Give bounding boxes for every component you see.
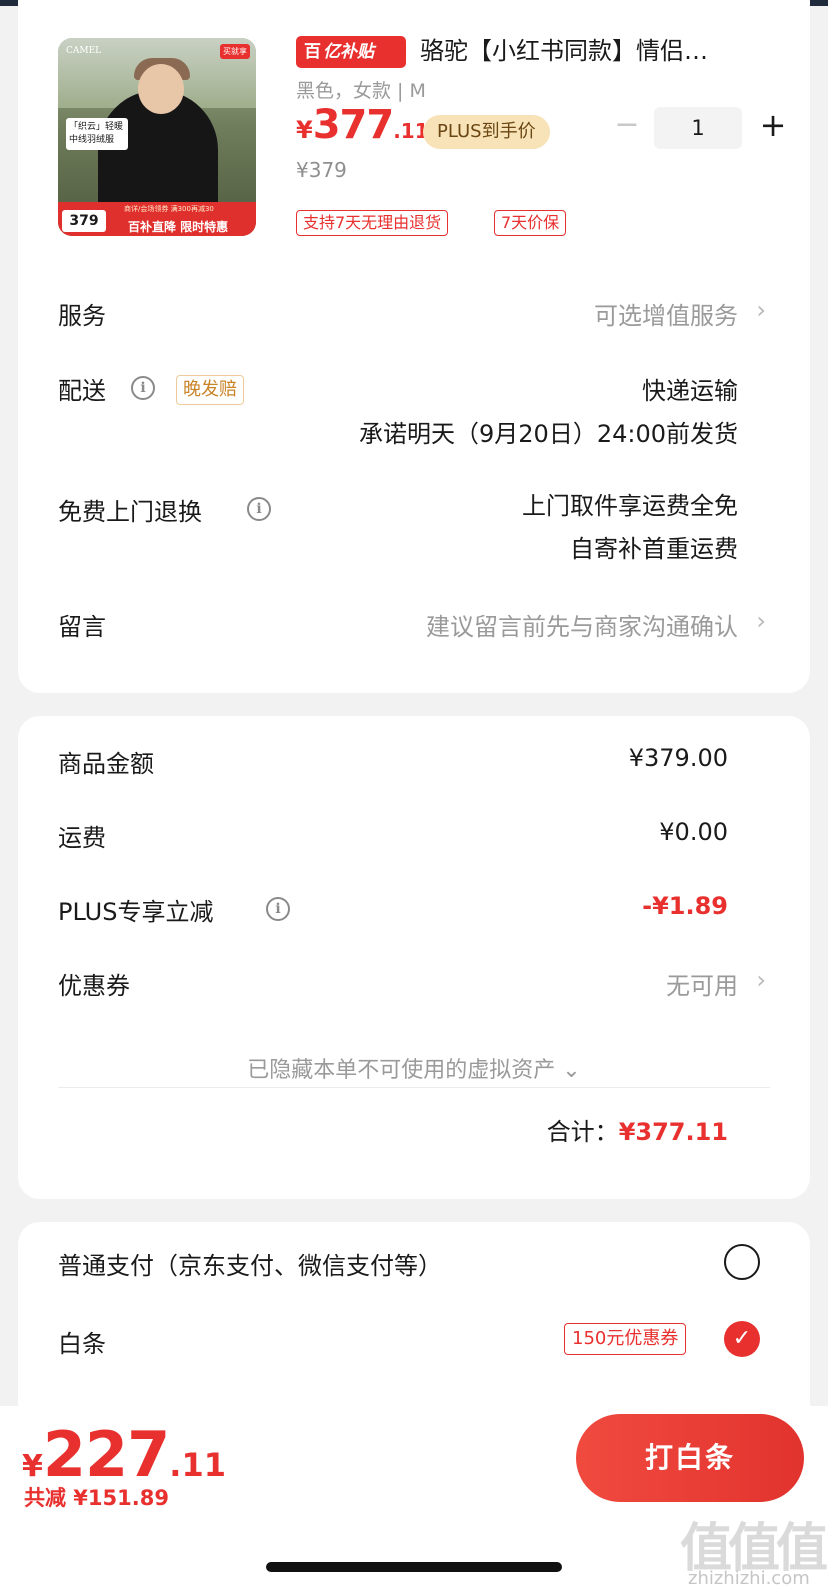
normal-payment-radio[interactable] bbox=[724, 1244, 760, 1280]
order-total: 合计：¥377.11 bbox=[547, 1112, 728, 1147]
message-chevron-icon[interactable]: › bbox=[756, 607, 766, 635]
subsidy-mark-icon: 百 bbox=[304, 42, 321, 62]
service-value[interactable]: 可选增值服务 bbox=[594, 296, 738, 331]
thumbnail-promo-text: 「织云」轻暖 中线羽绒服 bbox=[66, 118, 128, 150]
late-delivery-tag: 晚发赔 bbox=[176, 375, 244, 405]
message-input[interactable]: 建议留言前先与商家沟通确认 bbox=[426, 607, 738, 642]
message-label: 留言 bbox=[58, 613, 106, 641]
checkout-bottom-bar: ¥227.11 共减 ¥151.89 打白条 值值值 zhizhizhi.com bbox=[0, 1406, 828, 1592]
payable-currency: ¥ bbox=[22, 1449, 43, 1484]
subsidy-logo-text: 亿补贴 bbox=[323, 42, 374, 62]
quantity-plus-button[interactable]: + bbox=[756, 108, 790, 142]
freight-value: ¥0.00 bbox=[659, 818, 728, 846]
product-card: CAMEL 买就享 「织云」轻暖 中线羽绒服 379 商详/会场领券 满300再… bbox=[18, 0, 810, 693]
hidden-assets-toggle[interactable]: 已隐藏本单不可使用的虚拟资产 ⌄ bbox=[18, 1052, 810, 1084]
price-detail-card: 商品金额 ¥379.00 运费 ¥0.00 PLUS专享立减 i -¥1.89 … bbox=[18, 716, 810, 1199]
goods-amount-value: ¥379.00 bbox=[628, 744, 728, 772]
freight-label: 运费 bbox=[58, 824, 106, 852]
payable-decimal: .11 bbox=[169, 1446, 226, 1484]
return-policy-tag: 支持7天无理由退货 bbox=[296, 210, 449, 236]
plus-discount-value: -¥1.89 bbox=[642, 892, 728, 920]
price-integer: 377 bbox=[312, 102, 394, 148]
payable-amount: ¥227.11 bbox=[22, 1418, 226, 1491]
delivery-info-icon[interactable]: i bbox=[131, 376, 155, 400]
thumbnail-ribbon-text: 百补直降 限时特惠 bbox=[128, 220, 229, 234]
quantity-minus-button[interactable]: − bbox=[612, 110, 642, 140]
thumbnail-ribbon-small: 商详/会场领券 满300再减30 bbox=[124, 205, 214, 213]
payable-integer: 227 bbox=[42, 1418, 170, 1491]
coupon-label: 优惠券 bbox=[58, 972, 130, 1000]
product-spec[interactable]: 黑色，女款 | M bbox=[296, 76, 426, 103]
service-chevron-icon[interactable]: › bbox=[756, 296, 766, 324]
thumbnail-corner-badge: 买就享 bbox=[220, 44, 250, 59]
plus-price-tag: PLUS到手价 bbox=[423, 115, 550, 149]
normal-payment-label[interactable]: 普通支付（京东支付、微信支付等） bbox=[58, 1246, 442, 1281]
home-indicator[interactable] bbox=[266, 1562, 562, 1572]
total-label: 合计： bbox=[546, 1118, 619, 1146]
original-price: ¥379 bbox=[296, 158, 347, 182]
thumbnail-ribbon-price: 379 bbox=[62, 210, 106, 232]
total-value: ¥377.11 bbox=[618, 1118, 728, 1146]
coupon-chevron-icon[interactable]: › bbox=[756, 966, 766, 994]
return-info-icon[interactable]: i bbox=[247, 497, 271, 521]
thumbnail-face bbox=[138, 64, 184, 114]
total-saved[interactable]: 共减 ¥151.89 bbox=[24, 1482, 169, 1512]
delivery-method: 快递运输 bbox=[642, 377, 738, 405]
product-thumbnail[interactable]: CAMEL 买就享 「织云」轻暖 中线羽绒服 379 商详/会场领券 满300再… bbox=[58, 38, 256, 236]
delivery-promise: 承诺明天（9月20日）24:00前发货 bbox=[359, 420, 738, 448]
plus-discount-label: PLUS专享立减 bbox=[58, 898, 214, 926]
return-label: 免费上门退换 bbox=[58, 498, 202, 526]
quantity-input[interactable]: 1 bbox=[654, 107, 742, 149]
thumbnail-brand: CAMEL bbox=[66, 46, 102, 56]
return-line1: 上门取件享运费全免 bbox=[522, 492, 738, 520]
price-divider bbox=[58, 1087, 770, 1088]
current-price: ¥377.11 bbox=[296, 102, 429, 148]
baitiao-payment-label[interactable]: 白条 bbox=[58, 1324, 106, 1359]
service-label: 服务 bbox=[58, 302, 106, 330]
product-title[interactable]: 骆驼【小红书同款】情侣… bbox=[420, 32, 780, 70]
price-currency: ¥ bbox=[296, 116, 313, 144]
thumbnail-ribbon: 379 商详/会场领券 满300再减30 百补直降 限时特惠 bbox=[58, 202, 256, 236]
delivery-label: 配送 bbox=[58, 377, 106, 405]
baitiao-coupon-tag[interactable]: 150元优惠券 bbox=[564, 1323, 687, 1355]
price-protect-tag: 7天价保 bbox=[494, 210, 567, 236]
pay-with-baitiao-button[interactable]: 打白条 bbox=[576, 1414, 804, 1502]
baitiao-radio-checked-icon[interactable]: ✓ bbox=[724, 1321, 760, 1357]
subsidy-logo: 百亿补贴 bbox=[296, 36, 406, 68]
goods-amount-label: 商品金额 bbox=[58, 750, 154, 778]
watermark-url: zhizhizhi.com bbox=[688, 1568, 810, 1589]
return-line2: 自寄补首重运费 bbox=[570, 535, 738, 563]
coupon-value[interactable]: 无可用 bbox=[666, 966, 738, 1001]
plus-discount-info-icon[interactable]: i bbox=[266, 897, 290, 921]
